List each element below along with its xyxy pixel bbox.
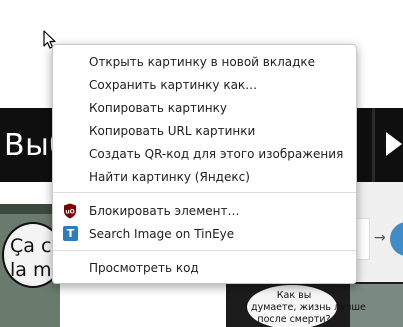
menu-item-label: Блокировать элемент… — [89, 204, 240, 218]
menu-item-search-tineye[interactable]: T Search Image on TinEye — [53, 223, 356, 246]
menu-separator — [53, 250, 356, 251]
menu-item-label: Создать QR-код для этого изображения — [89, 147, 344, 161]
ublock-origin-icon: uO — [64, 203, 76, 219]
browser-page: Выб Ça c la m → Как вы думаете, жизнь лу… — [0, 0, 403, 327]
speech-bubble-right-text: Как вы думаете, жизнь лучше после смерти… — [251, 290, 366, 325]
menu-item-label: Просмотреть код — [89, 261, 199, 275]
context-menu: Открыть картинку в новой вкладке Сохрани… — [52, 44, 357, 284]
tineye-icon: T — [63, 226, 78, 241]
banner-divider — [372, 108, 375, 182]
right-card — [355, 218, 370, 260]
menu-item-label: Search Image on TinEye — [89, 227, 235, 241]
menu-item-label: Копировать картинку — [89, 101, 227, 115]
menu-item-search-image-yandex[interactable]: Найти картинку (Яндекс) — [53, 166, 356, 189]
menu-item-copy-image-url[interactable]: Копировать URL картинки — [53, 120, 356, 143]
menu-item-label: Найти картинку (Яндекс) — [89, 170, 250, 184]
speech-bubble-left-text: Ça c la m — [10, 235, 52, 281]
svg-text:uO: uO — [65, 209, 74, 216]
menu-item-save-image-as[interactable]: Сохранить картинку как… — [53, 74, 356, 97]
menu-item-label: Сохранить картинку как… — [89, 78, 258, 92]
menu-item-label: Открыть картинку в новой вкладке — [89, 55, 316, 69]
menu-item-copy-image[interactable]: Копировать картинку — [53, 97, 356, 120]
menu-separator — [53, 192, 356, 193]
menu-item-open-image-new-tab[interactable]: Открыть картинку в новой вкладке — [53, 51, 356, 74]
menu-item-label: Копировать URL картинки — [89, 124, 256, 138]
arrow-right-icon[interactable]: → — [374, 230, 386, 246]
menu-item-create-qr-code[interactable]: Создать QR-код для этого изображения — [53, 143, 356, 166]
menu-item-block-element[interactable]: uO Блокировать элемент… — [53, 200, 356, 223]
play-icon[interactable] — [386, 132, 402, 156]
menu-item-inspect[interactable]: Просмотреть код — [53, 257, 356, 280]
